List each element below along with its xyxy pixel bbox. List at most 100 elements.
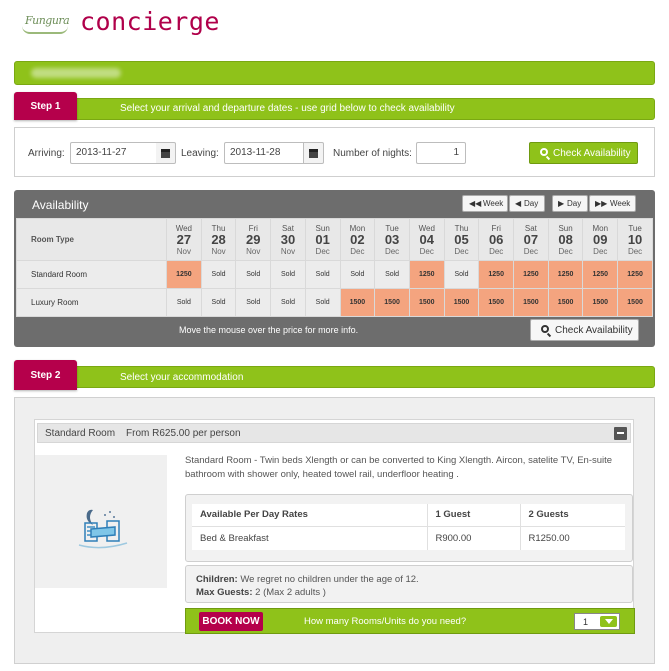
brand-logo[interactable]: Fungura	[22, 10, 70, 38]
day-header: Wed 27 Nov	[166, 218, 202, 261]
calendar-icon	[161, 149, 170, 158]
rates-header: Available Per Day Rates	[192, 504, 428, 527]
sold-cell: Sold	[304, 288, 341, 317]
next-week-button[interactable]: ▶▶ Week	[589, 195, 636, 212]
price-cell[interactable]: 1250	[617, 260, 653, 289]
arriving-calendar-button[interactable]	[156, 142, 176, 164]
brand-name: concierge	[80, 7, 220, 36]
rates-box: Available Per Day Rates 1 Guest 2 Guests…	[185, 494, 633, 562]
day-date: 07	[523, 231, 539, 247]
booking-bar: BOOK NOW How many Rooms/Units do you nee…	[185, 608, 635, 634]
grid-header-row: Room Type Wed 27 Nov Thu 28 Nov Fri 29 Nov Sat 30 N…	[16, 218, 653, 261]
day-month: Nov	[176, 246, 191, 256]
day-date: 10	[627, 231, 643, 247]
arriving-date-input[interactable]: 2013-11-27	[70, 142, 157, 164]
rooms-question: How many Rooms/Units do you need?	[304, 616, 467, 627]
next-day-button[interactable]: ▶ Day	[552, 195, 588, 212]
check-availability-label-2: Check Availability	[555, 325, 633, 336]
check-availability-button[interactable]: Check Availability	[529, 142, 638, 164]
nights-label: Number of nights:	[333, 148, 412, 159]
step1-tab: Step 1	[14, 92, 77, 120]
sold-cell: Sold	[235, 260, 272, 289]
sold-cell: Sold	[304, 260, 341, 289]
sold-cell: Sold	[339, 260, 376, 289]
day-date: 03	[384, 231, 400, 247]
availability-panel: Availability ◀◀ Week ◀ Day ▶ Day ▶▶ Week…	[14, 190, 655, 347]
price-cell[interactable]: 1500	[617, 288, 653, 317]
day-header: Mon 09 Dec	[582, 218, 619, 261]
day-month: Nov	[211, 246, 226, 256]
leaving-date-input[interactable]: 2013-11-28	[224, 142, 304, 164]
day-date: 08	[558, 231, 573, 247]
arriving-label: Arriving:	[28, 148, 65, 159]
date-selection-panel: Arriving: 2013-11-27 Leaving: 2013-11-28…	[14, 127, 655, 177]
price-cell[interactable]: 1250	[478, 260, 515, 289]
price-cell[interactable]: 1500	[547, 288, 584, 317]
rate-plan: Bed & Breakfast	[192, 526, 428, 550]
skip-forward-icon: ▶▶	[595, 199, 608, 208]
leaving-label: Leaving:	[181, 148, 219, 159]
rates-header: 2 Guests	[520, 504, 625, 527]
price-cell[interactable]: 1500	[443, 288, 480, 317]
check-availability-button-2[interactable]: Check Availability	[530, 319, 639, 341]
skip-back-icon: ◀◀	[469, 199, 482, 208]
availability-grid: Room Type Wed 27 Nov Thu 28 Nov Fri 29 Nov Sat 30 N…	[16, 218, 653, 317]
rooms-count-select[interactable]: 1	[574, 613, 620, 630]
children-note: Children: We regret no children under th…	[196, 574, 419, 585]
day-date: 04	[419, 231, 434, 247]
collapse-icon[interactable]	[614, 427, 627, 440]
price-cell[interactable]: 1250	[582, 260, 619, 289]
room-type-name: Luxury Room	[16, 288, 167, 317]
rates-table: Available Per Day Rates 1 Guest 2 Guests…	[192, 504, 625, 550]
bed-illustration-icon	[78, 509, 128, 549]
day-date: 29	[246, 231, 261, 247]
max-guests-note: Max Guests: 2 (Max 2 adults )	[196, 587, 326, 598]
price-cell[interactable]: 1500	[374, 288, 410, 317]
price-cell[interactable]: 1250	[408, 260, 445, 289]
price-cell[interactable]: 1500	[513, 288, 549, 317]
room-description: Standard Room - Twin beds Xlength or can…	[185, 455, 613, 480]
book-now-button[interactable]: BOOK NOW	[199, 612, 263, 631]
room-header[interactable]: Standard Room From R625.00 per person	[37, 423, 631, 443]
day-header: Wed 04 Dec	[408, 218, 445, 261]
day-date: 01	[315, 231, 330, 247]
price-cell[interactable]: 1250	[513, 260, 549, 289]
prev-week-label: Week	[483, 199, 504, 208]
step1-bar: Select your arrival and departure dates …	[14, 98, 655, 120]
day-month: Dec	[315, 246, 330, 256]
day-month: Dec	[489, 246, 504, 256]
room-from-price: From R625.00 per person	[126, 428, 241, 439]
price-cell[interactable]: 1250	[547, 260, 584, 289]
price-cell[interactable]: 1500	[582, 288, 619, 317]
day-month: Nov	[246, 246, 261, 256]
room-availability-row: Luxury Room Sold Sold Sold Sold Sold 1500 1500 1…	[16, 288, 653, 317]
prev-day-button[interactable]: ◀ Day	[509, 195, 545, 212]
day-header: Sun 01 Dec	[304, 218, 341, 261]
leaving-calendar-button[interactable]	[304, 142, 324, 164]
nights-input[interactable]: 1	[416, 142, 466, 164]
search-icon	[541, 325, 549, 333]
sold-cell: Sold	[235, 288, 272, 317]
room-image[interactable]	[35, 455, 167, 588]
price-cell[interactable]: 1500	[478, 288, 515, 317]
price-cell[interactable]: 1500	[408, 288, 445, 317]
room-name: Standard Room	[45, 428, 116, 439]
day-month: Dec	[454, 246, 469, 256]
day-date: 30	[280, 231, 296, 247]
day-month: Dec	[350, 246, 365, 256]
day-date: 06	[488, 231, 504, 247]
check-availability-label: Check Availability	[553, 148, 631, 159]
rooms-count-value: 1	[583, 617, 589, 627]
day-month: Dec	[558, 246, 573, 256]
sold-cell: Sold	[374, 260, 410, 289]
prev-day-label: Day	[524, 199, 539, 208]
day-header: Tue 03 Dec	[374, 218, 410, 261]
day-date: 02	[350, 231, 365, 247]
step-back-icon: ◀	[515, 199, 522, 208]
price-cell[interactable]: 1250	[166, 260, 202, 289]
sold-cell: Sold	[443, 260, 480, 289]
price-cell[interactable]: 1500	[339, 288, 376, 317]
max-guests-label: Max Guests:	[196, 587, 253, 598]
prev-week-button[interactable]: ◀◀ Week	[462, 195, 508, 212]
rates-header-row: Available Per Day Rates 1 Guest 2 Guests	[192, 504, 625, 527]
